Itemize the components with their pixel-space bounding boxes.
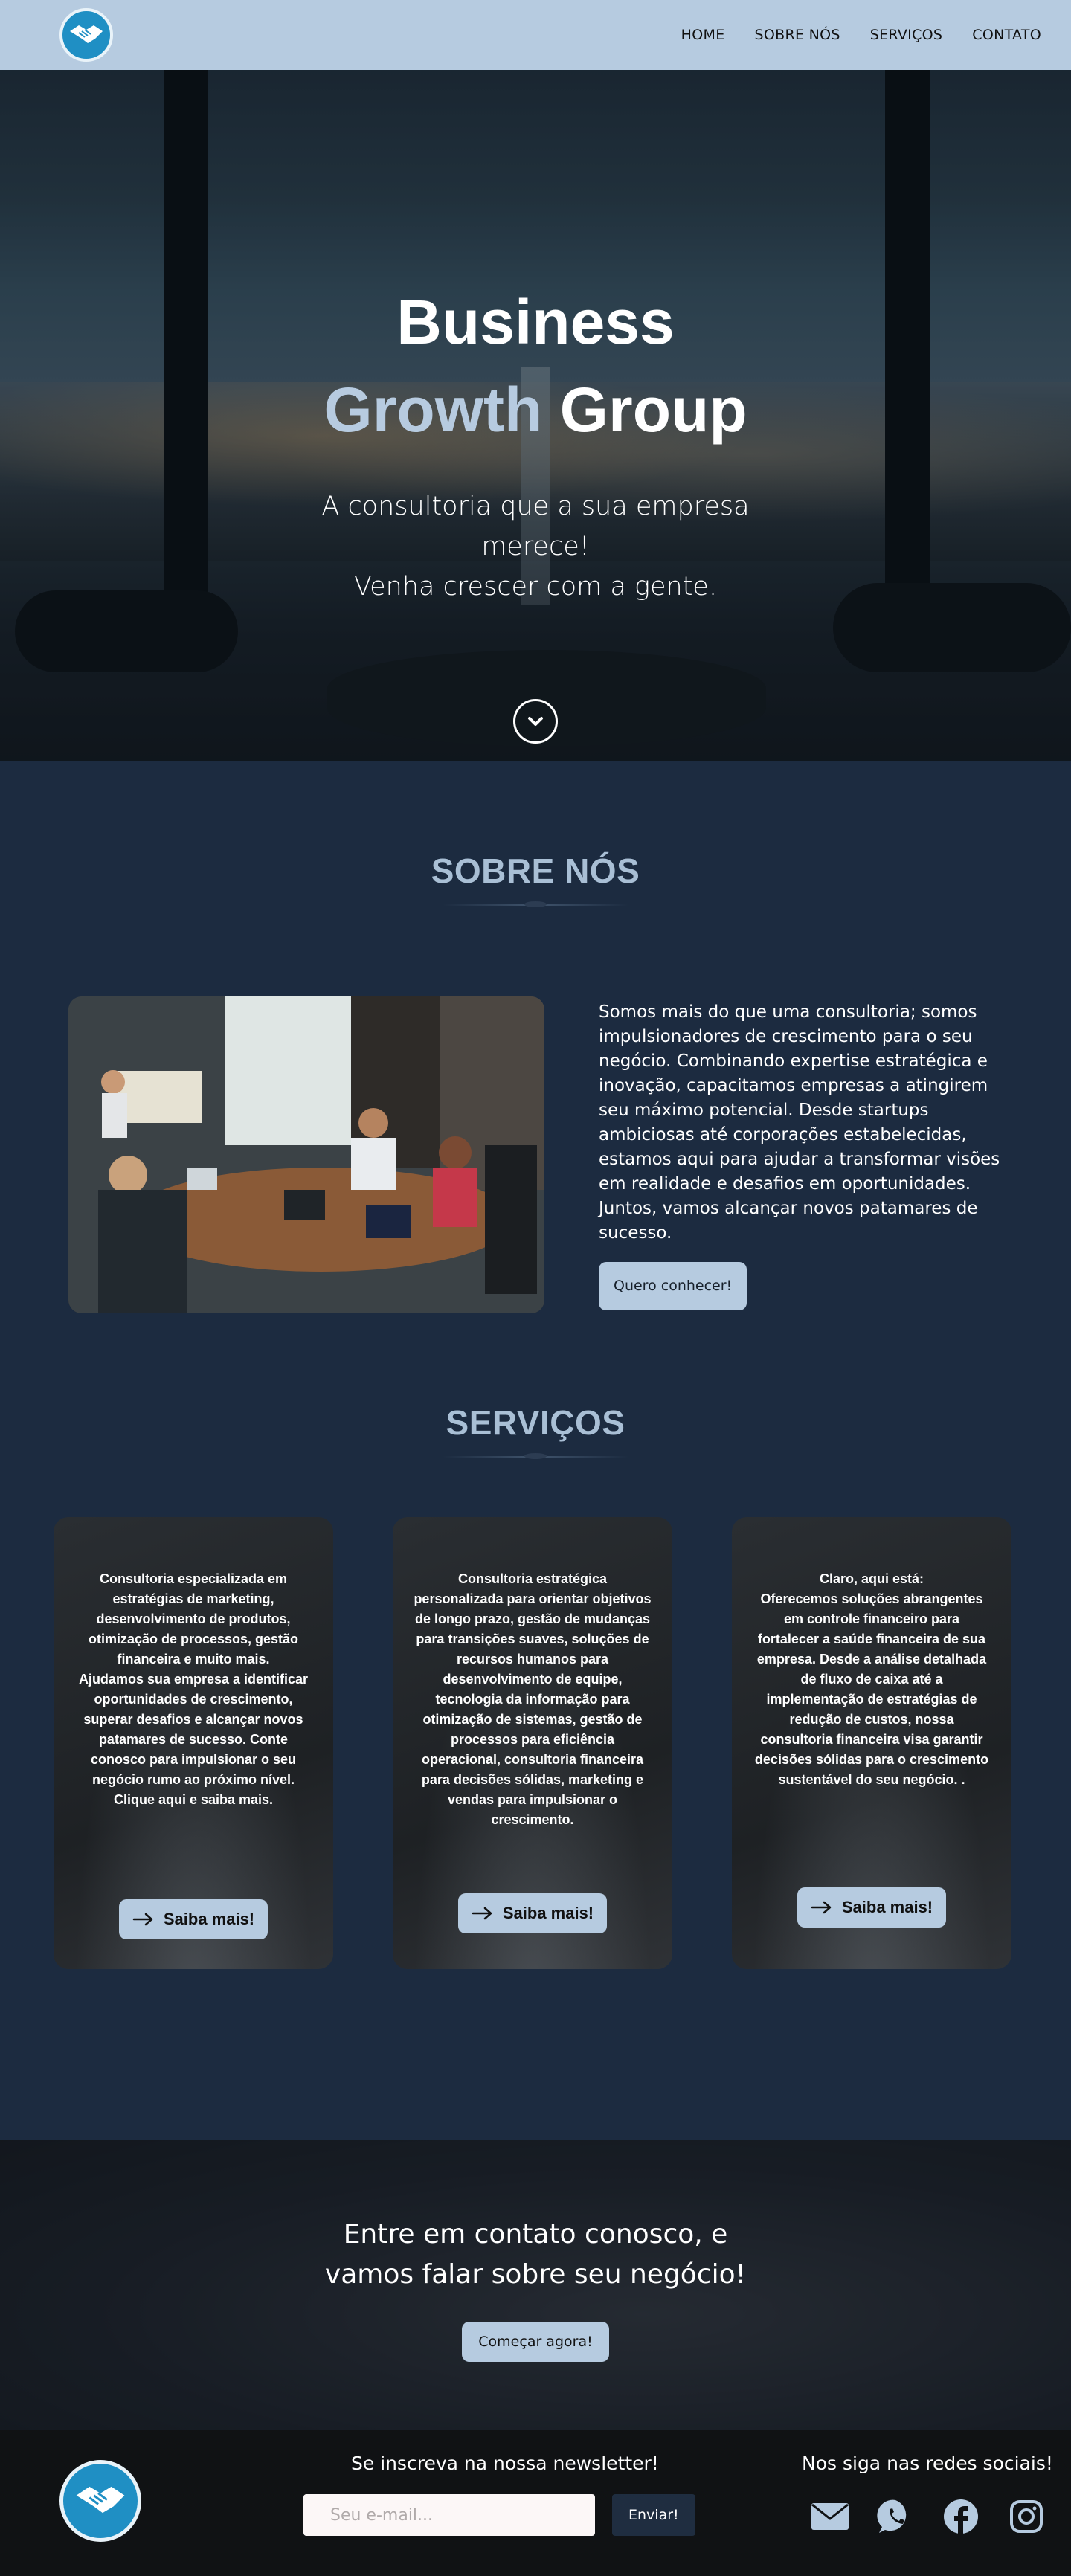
saiba-mais-label: Saiba mais!	[502, 1904, 594, 1922]
hero-title-word: Group	[559, 375, 747, 445]
hero-title-accent: Growth	[324, 375, 543, 445]
hero-subtitle: A consultoria que a sua empresa merece! …	[321, 492, 750, 602]
top-navbar: HOME SOBRE NÓS SERVIÇOS CONTATO	[0, 0, 1071, 70]
service-card-marketing: Consultoria especializada em estratégias…	[54, 1517, 333, 1969]
newsletter-email-input[interactable]	[303, 2494, 595, 2536]
saiba-mais-button[interactable]: Saiba mais!	[457, 1893, 608, 1933]
nav-link-sobre[interactable]: SOBRE NÓS	[755, 27, 840, 43]
mail-icon[interactable]	[811, 2497, 849, 2536]
footer-handshake-logo[interactable]	[60, 2460, 141, 2542]
sobre-section: SOBRE NÓS Somos mais do que uma consulto…	[0, 761, 1071, 2140]
quero-conhecer-button[interactable]: Quero conhecer!	[599, 1261, 747, 1310]
sobre-row: Somos mais do que uma consultoria; somos…	[0, 996, 1071, 1313]
service-card-estrategica: Consultoria estratégica personalizada pa…	[393, 1517, 672, 1969]
hero-title-line1: Business	[396, 287, 675, 357]
nav-link-home[interactable]: HOME	[681, 27, 725, 43]
sobre-text-block: Somos mais do que uma consultoria; somos…	[599, 1000, 1000, 1310]
servicos-cards: Consultoria especializada em estratégias…	[54, 1517, 1071, 1969]
service-card-financeiro: Claro, aqui está: Oferecemos soluções ab…	[732, 1517, 1012, 1969]
service-card-text: Consultoria especializada em estratégias…	[78, 1571, 309, 1807]
service-card-text: Claro, aqui está: Oferecemos soluções ab…	[754, 1571, 989, 1787]
whatsapp-icon[interactable]	[876, 2497, 915, 2536]
sobre-paragraph: Somos mais do que uma consultoria; somos…	[599, 1002, 1000, 1243]
contato-title: Entre em contato conosco, e vamos falar …	[324, 2219, 747, 2290]
facebook-icon[interactable]	[942, 2497, 980, 2536]
service-card-text: Consultoria estratégica personalizada pa…	[414, 1571, 652, 1827]
saiba-mais-button[interactable]: Saiba mais!	[797, 1887, 947, 1928]
sobre-divider	[443, 901, 628, 907]
social-icons	[811, 2497, 1046, 2536]
meeting-photo	[68, 996, 544, 1313]
social-title: Nos siga nas redes sociais!	[802, 2453, 1053, 2474]
comecar-agora-button[interactable]: Começar agora!	[462, 2322, 609, 2362]
servicos-title: SERVIÇOS	[446, 1403, 625, 1442]
nav-link-servicos[interactable]: SERVIÇOS	[870, 27, 943, 43]
handshake-logo[interactable]	[60, 8, 113, 62]
servicos-section: SERVIÇOS Consultoria especializada em es…	[0, 1403, 1071, 1969]
arrow-right-icon	[811, 1901, 832, 1914]
handshake-icon	[76, 2486, 125, 2514]
contato-section: Entre em contato conosco, e vamos falar …	[0, 2140, 1071, 2430]
meeting-illustration	[68, 996, 544, 1313]
saiba-mais-label: Saiba mais!	[163, 1910, 255, 1928]
nav-link-contato[interactable]: CONTATO	[972, 27, 1041, 43]
scroll-down-button[interactable]	[513, 699, 558, 744]
newsletter-title: Se inscreva na nossa newsletter!	[351, 2453, 659, 2474]
hero-content: Business Growth Group A consultoria que …	[0, 278, 1071, 607]
newsletter-submit-button[interactable]: Enviar!	[612, 2494, 695, 2536]
saiba-mais-button[interactable]: Saiba mais!	[118, 1899, 268, 1939]
hero-title: Business Growth Group	[0, 278, 1071, 454]
hero-section: Business Growth Group A consultoria que …	[0, 70, 1071, 761]
arrow-right-icon	[132, 1913, 153, 1926]
servicos-divider	[443, 1453, 628, 1459]
saiba-mais-label: Saiba mais!	[841, 1898, 933, 1916]
arrow-right-icon	[472, 1907, 492, 1920]
instagram-icon[interactable]	[1007, 2497, 1046, 2536]
nav-menu: HOME SOBRE NÓS SERVIÇOS CONTATO	[681, 27, 1041, 43]
chevron-down-icon	[528, 717, 543, 726]
handshake-icon	[70, 25, 103, 43]
sobre-title: SOBRE NÓS	[431, 851, 640, 890]
footer: Se inscreva na nossa newsletter! Enviar!…	[0, 2430, 1071, 2576]
